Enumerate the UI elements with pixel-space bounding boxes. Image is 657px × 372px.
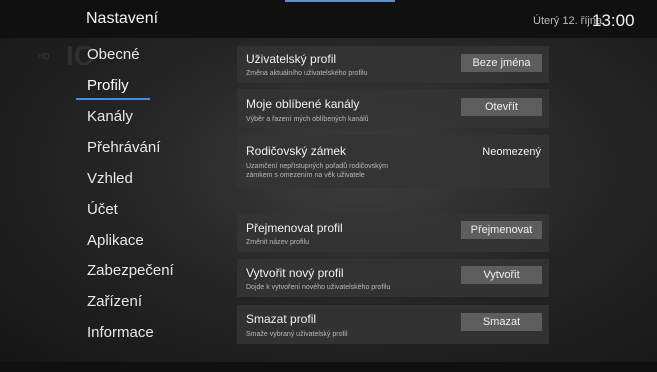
menu-item-obecne[interactable]: Obecné — [87, 46, 140, 63]
setting-row-create-profile[interactable]: Vytvořit nový profil Dojde k vytvoření n… — [237, 259, 549, 297]
menu-item-aplikace[interactable]: Aplikace — [87, 232, 144, 249]
menu-item-kanaly[interactable]: Kanály — [87, 108, 133, 125]
setting-subtitle: zámkem s omezením na věk uživatele — [246, 172, 365, 179]
menu-item-zabezpeceni[interactable]: Zabezpečení — [87, 262, 174, 279]
delete-profile-button[interactable]: Smazat — [461, 313, 542, 331]
setting-title: Přejmenovat profil — [246, 221, 343, 235]
setting-title: Vytvořit nový profil — [246, 266, 344, 280]
setting-row-favorite-channels[interactable]: Moje oblíbené kanály Výběr a řazení mých… — [237, 89, 549, 128]
top-bar: Nastavení Úterý 12. října 13:00 — [0, 0, 657, 38]
setting-title: Uživatelský profil — [246, 52, 337, 66]
setting-subtitle: Výběr a řazení mých oblíbených kanálů — [246, 116, 369, 123]
setting-row-user-profile[interactable]: Uživatelský profil Změna aktuálního uživ… — [237, 46, 549, 83]
setting-title: Smazat profil — [246, 312, 317, 326]
setting-row-parental-lock[interactable]: Rodičovský zámek Uzamčení nepřístupných … — [237, 135, 549, 188]
setting-subtitle: Změna aktuálního uživatelského profilu — [246, 70, 368, 77]
menu-item-profily[interactable]: Profily — [87, 77, 129, 94]
menu-item-prehravani[interactable]: Přehrávání — [87, 139, 160, 156]
setting-subtitle: Smaže vybraný uživatelský profil — [246, 331, 348, 338]
setting-row-delete-profile[interactable]: Smazat profil Smaže vybraný uživatelský … — [237, 305, 549, 344]
menu-selection-underline — [76, 98, 150, 100]
rename-profile-button[interactable]: Přejmenovat — [461, 221, 542, 239]
top-accent-line — [285, 0, 395, 2]
background-hd-badge: HD — [38, 52, 50, 61]
parental-lock-value: Neomezený — [482, 146, 541, 158]
setting-subtitle: Uzamčení nepřístupných pořadů rodičovský… — [246, 163, 389, 170]
setting-title: Rodičovský zámek — [246, 144, 347, 158]
setting-subtitle: Dojde k vytvoření nového uživatelského p… — [246, 284, 391, 291]
create-profile-button[interactable]: Vytvořit — [461, 266, 542, 284]
bottom-bar — [0, 362, 657, 372]
menu-item-vzhled[interactable]: Vzhled — [87, 170, 133, 187]
open-favorites-button[interactable]: Otevřít — [461, 98, 542, 116]
menu-item-informace[interactable]: Informace — [87, 324, 154, 341]
clock: 13:00 — [592, 11, 635, 30]
setting-title: Moje oblíbené kanály — [246, 97, 360, 111]
user-profile-button[interactable]: Beze jména — [461, 54, 542, 72]
setting-subtitle: Změnit název profilu — [246, 239, 310, 246]
setting-row-rename-profile[interactable]: Přejmenovat profil Změnit název profilu … — [237, 214, 549, 252]
menu-item-ucet[interactable]: Účet — [87, 201, 118, 218]
menu-item-zarizeni[interactable]: Zařízení — [87, 293, 142, 310]
page-title: Nastavení — [86, 10, 159, 27]
